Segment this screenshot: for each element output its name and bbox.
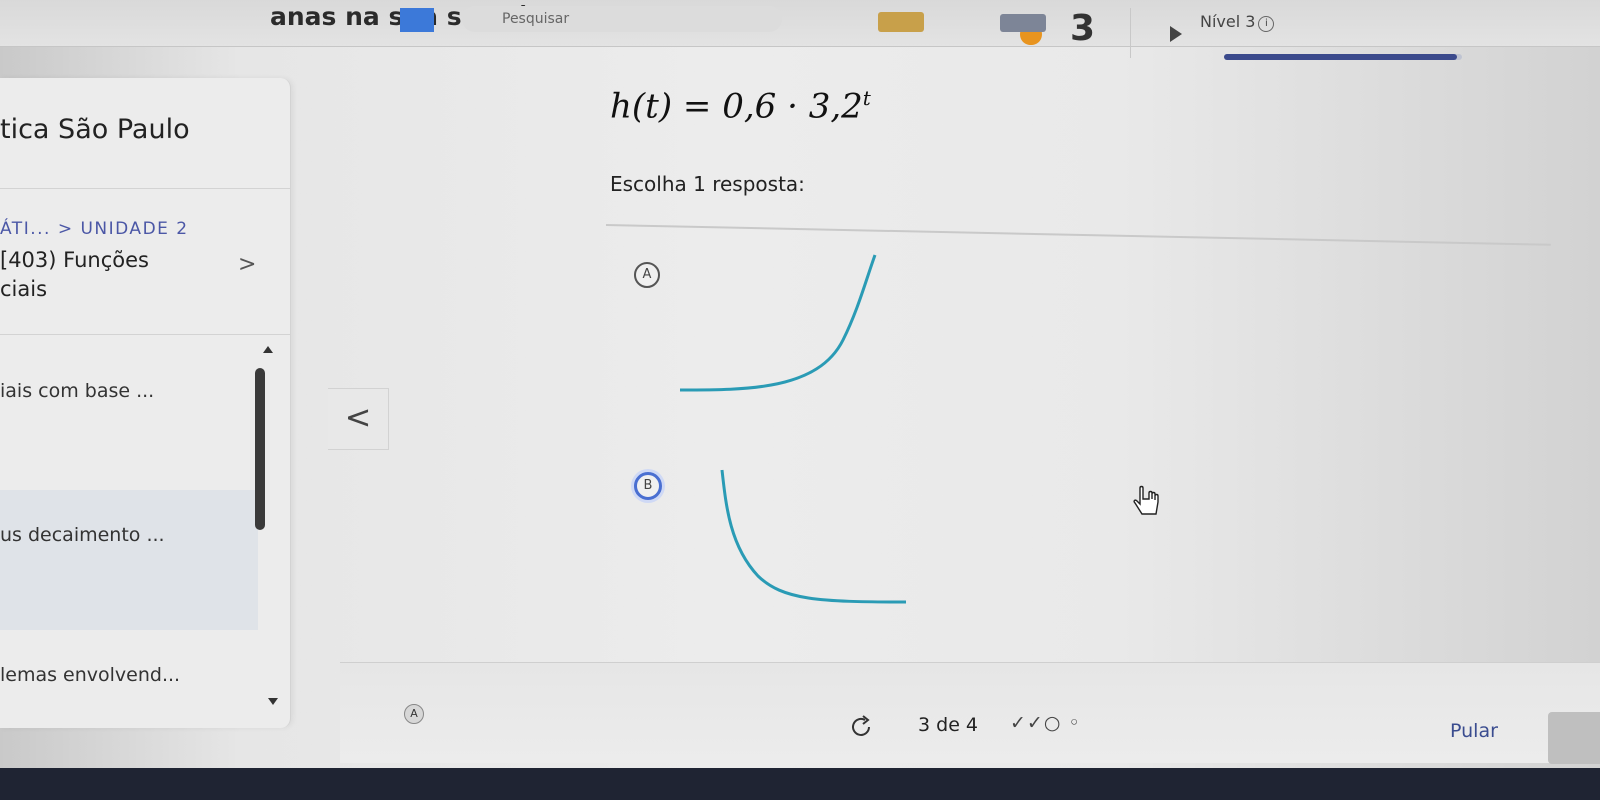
refresh-icon[interactable] bbox=[848, 714, 874, 740]
streak-count: 3 bbox=[1070, 8, 1096, 49]
growth-curve-graph bbox=[679, 254, 877, 392]
taskbar-search-input[interactable]: Pesquisar bbox=[462, 6, 782, 32]
sidebar-divider bbox=[0, 188, 290, 189]
question-prompt: Escolha 1 resposta: bbox=[610, 172, 805, 196]
decay-curve bbox=[720, 469, 907, 604]
answer-choice-b[interactable]: B bbox=[620, 466, 920, 646]
growth-curve bbox=[679, 254, 877, 392]
decay-curve-graph bbox=[720, 469, 907, 604]
level-label: Nível 3 bbox=[1200, 12, 1256, 31]
scroll-down-arrow-icon[interactable] bbox=[268, 698, 278, 705]
unit-title[interactable]: [403) Funções ciais bbox=[0, 246, 220, 304]
level-progress-fill bbox=[1224, 54, 1458, 60]
header-divider bbox=[1130, 8, 1131, 58]
collapse-sidebar-button[interactable]: < bbox=[328, 388, 389, 450]
breadcrumb[interactable]: ÁTI... > UNIDADE 2 bbox=[0, 219, 189, 239]
answer-choice-a[interactable]: A bbox=[620, 250, 920, 430]
unit-title-line-2: ciais bbox=[0, 277, 48, 301]
windows-start-icon[interactable] bbox=[400, 8, 434, 32]
choices-divider bbox=[605, 224, 1551, 246]
sidebar-divider bbox=[0, 334, 290, 335]
course-title[interactable]: tica São Paulo bbox=[0, 114, 190, 145]
level-progress-bar bbox=[1224, 54, 1462, 60]
check-answer-button[interactable] bbox=[1548, 712, 1600, 764]
info-icon[interactable]: i bbox=[1258, 16, 1275, 32]
sidebar-scrollbar-thumb[interactable] bbox=[255, 368, 265, 530]
play-icon[interactable] bbox=[1170, 26, 1182, 42]
progress-checkmarks: ✓✓○ ◦ bbox=[1010, 712, 1081, 734]
os-taskbar bbox=[0, 768, 1600, 800]
hand-cursor-icon bbox=[1133, 485, 1159, 515]
level-indicator[interactable]: Nível 3i bbox=[1200, 12, 1275, 32]
accessibility-icon[interactable]: A bbox=[404, 704, 424, 724]
question-progress-text: 3 de 4 bbox=[918, 714, 979, 736]
taskbar-app-icon[interactable] bbox=[878, 12, 924, 32]
unit-title-line-1: [403) Funções bbox=[0, 248, 149, 272]
formula-body: h(t) = 0,6 · 3,2 bbox=[610, 86, 863, 127]
course-sidebar: tica São Paulo ÁTI... > UNIDADE 2 [403) … bbox=[0, 78, 291, 728]
top-bar bbox=[0, 0, 1600, 47]
skip-button[interactable]: Pular bbox=[1450, 720, 1498, 742]
choice-letter-b[interactable]: B bbox=[634, 472, 662, 500]
lesson-item[interactable]: lemas envolvend... bbox=[0, 664, 180, 686]
active-lesson-highlight bbox=[0, 490, 258, 630]
choice-letter-a[interactable]: A bbox=[634, 262, 660, 288]
lesson-item[interactable]: iais com base ... bbox=[0, 380, 154, 402]
lesson-item-active[interactable]: us decaimento ... bbox=[0, 524, 165, 546]
scroll-up-arrow-icon[interactable] bbox=[263, 346, 273, 353]
taskbar-app-icon[interactable] bbox=[1000, 14, 1046, 32]
chevron-right-icon[interactable]: > bbox=[238, 252, 256, 277]
function-formula: h(t) = 0,6 · 3,2t bbox=[610, 86, 871, 126]
formula-exponent: t bbox=[862, 86, 871, 110]
bottom-navigation-bar bbox=[340, 662, 1600, 763]
